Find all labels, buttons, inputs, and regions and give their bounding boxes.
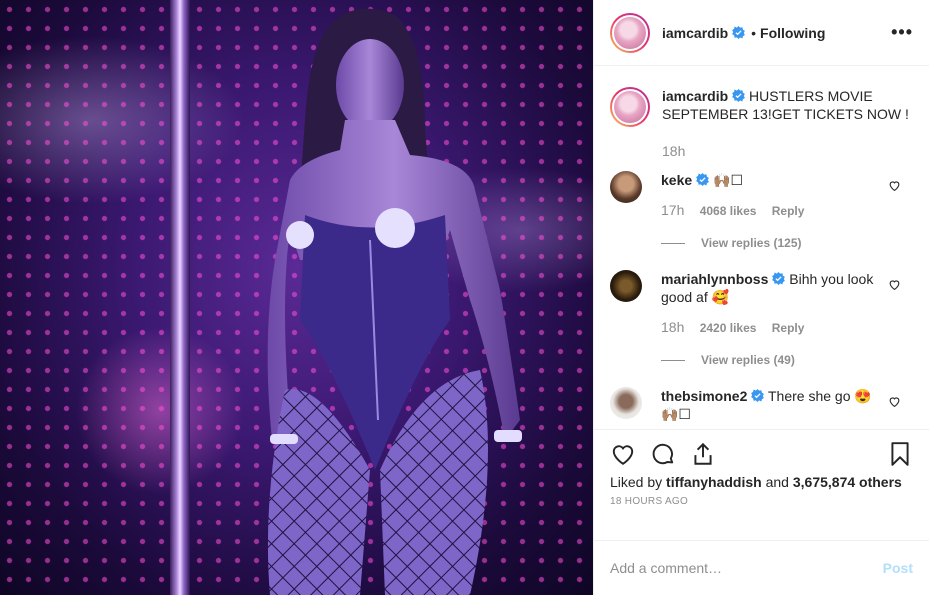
post-header: iamcardib • Following ••• bbox=[594, 0, 929, 66]
verified-badge-icon bbox=[732, 26, 745, 39]
reply-button[interactable]: Reply bbox=[772, 321, 805, 335]
liked-by-text: Liked by tiffanyhaddish and 3,675,874 ot… bbox=[610, 473, 913, 491]
commenter-avatar[interactable] bbox=[610, 270, 642, 302]
reply-button[interactable]: Reply bbox=[772, 204, 805, 218]
comment-time[interactable]: 18h bbox=[661, 319, 684, 335]
post-sidebar: iamcardib • Following ••• iamcardib HUST… bbox=[593, 0, 929, 595]
add-comment-input[interactable] bbox=[610, 560, 883, 576]
add-comment-bar: Post bbox=[594, 540, 929, 595]
post-comment-button[interactable]: Post bbox=[883, 560, 913, 576]
commenter-username[interactable]: thebsimone2 bbox=[661, 388, 747, 404]
comment-time[interactable]: 17h bbox=[661, 202, 684, 218]
verified-badge-icon bbox=[696, 173, 709, 186]
action-icons bbox=[610, 440, 913, 468]
like-comment-heart-icon[interactable] bbox=[888, 395, 901, 408]
author-username[interactable]: iamcardib bbox=[662, 25, 728, 41]
liked-by-prefix: Liked by bbox=[610, 474, 667, 490]
comment-meta: 18h 2420 likes Reply bbox=[661, 318, 876, 337]
comment-bubble-icon[interactable] bbox=[650, 441, 676, 467]
replies-divider bbox=[661, 359, 685, 361]
view-replies-button[interactable]: View replies (49) bbox=[661, 351, 876, 369]
caption-time[interactable]: 18h bbox=[662, 143, 913, 159]
post-timestamp[interactable]: 18 HOURS AGO bbox=[610, 496, 913, 507]
header-separator: • bbox=[751, 24, 757, 41]
like-heart-icon[interactable] bbox=[610, 441, 636, 467]
commenter-username[interactable]: mariahlynnboss bbox=[661, 271, 768, 287]
comment-meta: 17h 4068 likes Reply bbox=[661, 201, 876, 220]
comment-text: 🙌🏽☐ bbox=[713, 172, 744, 188]
post-photo[interactable] bbox=[0, 0, 593, 595]
author-avatar[interactable] bbox=[610, 12, 650, 53]
commenter-username[interactable]: keke bbox=[661, 172, 692, 188]
save-bookmark-icon[interactable] bbox=[887, 441, 913, 467]
caption-avatar[interactable] bbox=[610, 87, 650, 127]
caption-username[interactable]: iamcardib bbox=[662, 88, 728, 104]
verified-badge-icon bbox=[751, 389, 765, 402]
comment-item: mariahlynnboss Bihh you look good af 🥰 1… bbox=[610, 270, 913, 369]
liked-by-middle: and bbox=[761, 474, 793, 490]
commenter-avatar[interactable] bbox=[610, 387, 642, 419]
post-actions: Liked by tiffanyhaddish and 3,675,874 ot… bbox=[594, 429, 929, 507]
comment-likes[interactable]: 2420 likes bbox=[700, 321, 757, 335]
verified-badge-icon bbox=[732, 89, 745, 102]
following-button[interactable]: Following bbox=[760, 25, 825, 41]
performer-figure bbox=[267, 8, 522, 595]
view-replies-button[interactable]: View replies (125) bbox=[661, 234, 876, 252]
like-comment-heart-icon[interactable] bbox=[888, 278, 901, 291]
view-replies-label: View replies (125) bbox=[701, 236, 802, 250]
commenter-avatar[interactable] bbox=[610, 171, 642, 203]
post-caption: iamcardib HUSTLERS MOVIE SEPTEMBER 13!GE… bbox=[610, 87, 913, 127]
liked-by-others[interactable]: 3,675,874 others bbox=[793, 474, 902, 490]
verified-badge-icon bbox=[772, 272, 786, 285]
liked-by-user[interactable]: tiffanyhaddish bbox=[666, 474, 762, 490]
like-comment-heart-icon[interactable] bbox=[888, 179, 901, 192]
more-options-icon[interactable]: ••• bbox=[891, 22, 913, 43]
view-replies-label: View replies (49) bbox=[701, 353, 795, 367]
replies-divider bbox=[661, 242, 685, 244]
share-icon[interactable] bbox=[690, 441, 716, 467]
comment-item: thebsimone2 There she go 😍🙌🏽☐ bbox=[610, 387, 913, 423]
comments-list[interactable]: iamcardib HUSTLERS MOVIE SEPTEMBER 13!GE… bbox=[594, 67, 929, 429]
comment-likes[interactable]: 4068 likes bbox=[700, 204, 757, 218]
comment-item: keke 🙌🏽☐ 17h 4068 likes Reply View repli… bbox=[610, 171, 913, 252]
